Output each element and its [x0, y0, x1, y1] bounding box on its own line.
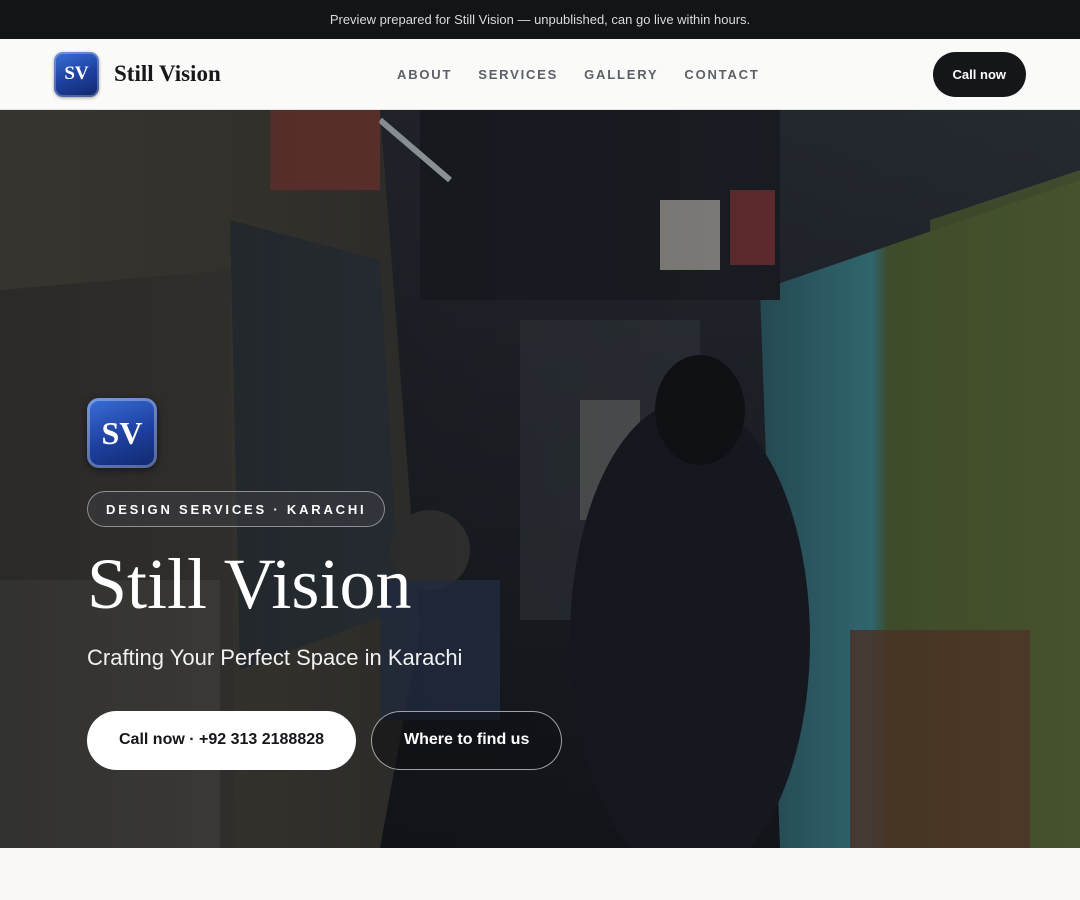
preview-banner: Preview prepared for Still Vision — unpu…	[0, 0, 1080, 39]
hero-cta-group: Call now · +92 313 2188828 Where to find…	[87, 710, 563, 770]
brand-name: Still Vision	[114, 61, 221, 86]
preview-banner-text: Preview prepared for Still Vision — unpu…	[329, 12, 751, 27]
brand-logo: SV	[54, 51, 99, 97]
where-to-find-us-button[interactable]: Where to find us	[371, 710, 563, 770]
hero-subtitle: Crafting Your Perfect Space in Karachi	[87, 644, 463, 670]
hero-title: Still Vision	[87, 544, 412, 624]
hero-logo: SV	[87, 398, 157, 468]
hero-section: SV DESIGN SERVICES · KARACHI Still Visio…	[0, 110, 1080, 848]
nav-services[interactable]: SERVICES	[478, 67, 558, 82]
next-section	[0, 848, 1080, 900]
hero-content: SV DESIGN SERVICES · KARACHI Still Visio…	[87, 398, 563, 770]
nav-gallery[interactable]: GALLERY	[584, 67, 658, 82]
main-nav: ABOUT SERVICES GALLERY CONTACT	[397, 39, 760, 110]
site-header: SV Still Vision ABOUT SERVICES GALLERY C…	[0, 39, 1080, 110]
nav-contact[interactable]: CONTACT	[684, 67, 759, 82]
brand[interactable]: SV Still Vision	[54, 51, 221, 97]
nav-about[interactable]: ABOUT	[397, 67, 452, 82]
header-call-button[interactable]: Call now	[932, 51, 1026, 97]
call-now-phone-button[interactable]: Call now · +92 313 2188828	[87, 710, 357, 770]
hero-category-badge: DESIGN SERVICES · KARACHI	[87, 491, 386, 527]
